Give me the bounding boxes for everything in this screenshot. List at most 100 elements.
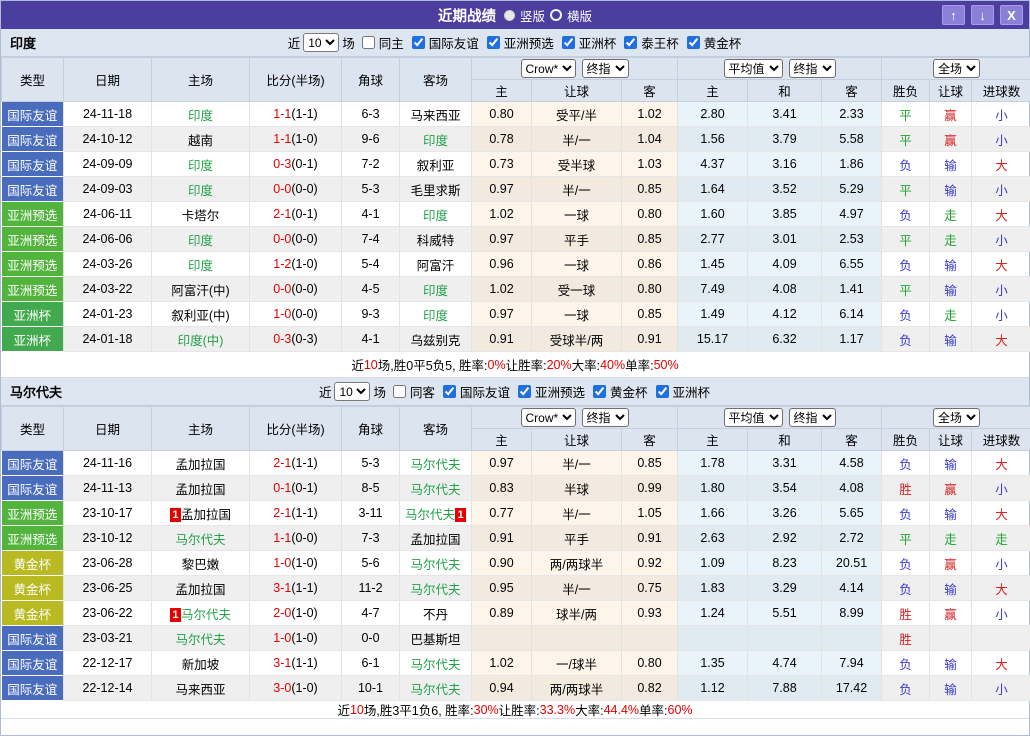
- close-button[interactable]: X: [1000, 5, 1023, 25]
- away-team: 印度: [400, 202, 472, 227]
- handicap-line: 一球: [532, 202, 622, 227]
- column-header-客场: 客场: [400, 407, 472, 451]
- odds-select-平均值[interactable]: 平均值: [724, 59, 783, 78]
- home-team: 新加坡: [152, 651, 250, 676]
- odds-select-全场[interactable]: 全场: [933, 59, 980, 78]
- handicap-odds-home: [472, 626, 532, 651]
- league-checkbox-泰王杯[interactable]: [624, 36, 637, 49]
- result-wdl: 负: [882, 202, 930, 227]
- league-checkbox-亚洲杯[interactable]: [562, 36, 575, 49]
- move-up-button[interactable]: ↑: [942, 5, 965, 25]
- summary-part: 20%: [547, 358, 572, 372]
- full-time-score: 1-0: [273, 307, 291, 321]
- odds-select-全场[interactable]: 全场: [933, 408, 980, 427]
- league-checkbox-label[interactable]: 国际友谊: [429, 33, 479, 52]
- red-card-icon: 1: [455, 508, 466, 522]
- match-date: 23-06-28: [64, 551, 152, 576]
- away-team: 乌兹别克: [400, 327, 472, 352]
- league-checkbox-亚洲杯[interactable]: [656, 385, 669, 398]
- games-count-select[interactable]: 10: [303, 33, 339, 52]
- games-label: 场: [373, 382, 386, 401]
- league-checkbox-国际友谊[interactable]: [412, 36, 425, 49]
- half-time-score: (0-3): [291, 332, 317, 346]
- league-checkbox-黄金杯[interactable]: [687, 36, 700, 49]
- odds-select-平均值[interactable]: 平均值: [724, 408, 783, 427]
- odds-select-终指[interactable]: 终指: [789, 59, 836, 78]
- summary-part: 场,胜0平5负5, 胜率:: [378, 355, 488, 374]
- league-type-badge: 国际友谊: [2, 102, 64, 126]
- handicap-odds-away: 0.80: [622, 651, 678, 676]
- handicap-odds-away: 0.85: [622, 302, 678, 327]
- league-checkbox-亚洲预选[interactable]: [518, 385, 531, 398]
- away-team-name: 乌兹别克: [410, 334, 460, 348]
- odds-select-终指[interactable]: 终指: [582, 59, 629, 78]
- league-type-cell: 国际友谊: [2, 676, 64, 701]
- half-time-score: (1-0): [291, 257, 317, 271]
- same-venue-checkbox[interactable]: [362, 36, 375, 49]
- away-team: 马尔代夫: [400, 576, 472, 601]
- full-time-score: 3-1: [273, 581, 291, 595]
- away-team-name: 不丹: [423, 608, 448, 622]
- games-count-select[interactable]: 10: [334, 382, 370, 401]
- league-checkbox-label[interactable]: 黄金杯: [610, 382, 648, 401]
- corner-score: 4-7: [342, 601, 400, 626]
- league-checkbox-label[interactable]: 国际友谊: [460, 382, 510, 401]
- avg-odds-draw: 3.29: [748, 576, 822, 601]
- avg-odds-home: 2.63: [678, 526, 748, 551]
- league-type-cell: 亚洲杯: [2, 327, 64, 352]
- half-time-score: (1-1): [291, 456, 317, 470]
- result-wdl: 负: [882, 451, 930, 476]
- home-team: 印度: [152, 102, 250, 127]
- match-date: 24-01-23: [64, 302, 152, 327]
- away-team-name: 马尔代夫: [410, 483, 460, 497]
- league-type-badge: 黄金杯: [2, 576, 64, 600]
- summary-part: 33.3%: [540, 703, 575, 717]
- sub-column-header: 胜负: [882, 80, 930, 102]
- result-goals: 小: [972, 227, 1030, 252]
- odds-select-终指[interactable]: 终指: [789, 408, 836, 427]
- away-team-name: 马尔代夫: [410, 658, 460, 672]
- league-type-badge: 国际友谊: [2, 451, 64, 475]
- league-checkbox-label[interactable]: 黄金杯: [704, 33, 742, 52]
- half-time-score: (1-0): [291, 556, 317, 570]
- same-venue-label[interactable]: 同客: [410, 382, 435, 401]
- odds-select-Crow*[interactable]: Crow*: [521, 59, 576, 78]
- half-time-score: (0-1): [291, 207, 317, 221]
- vertical-layout-label[interactable]: 竖版: [520, 6, 545, 25]
- league-checkbox-黄金杯[interactable]: [593, 385, 606, 398]
- avg-odds-home: 1.49: [678, 302, 748, 327]
- match-date: 24-11-18: [64, 102, 152, 127]
- horizontal-layout-radio[interactable]: [550, 9, 562, 21]
- league-checkbox-国际友谊[interactable]: [443, 385, 456, 398]
- same-venue-label[interactable]: 同主: [379, 33, 404, 52]
- league-checkbox-label[interactable]: 亚洲预选: [535, 382, 585, 401]
- league-checkbox-亚洲预选[interactable]: [487, 36, 500, 49]
- league-checkbox-label[interactable]: 亚洲杯: [673, 382, 711, 401]
- sub-column-header: 客: [822, 80, 882, 102]
- full-time-score: 1-0: [273, 556, 291, 570]
- games-label: 场: [342, 33, 355, 52]
- horizontal-layout-label[interactable]: 横版: [567, 6, 592, 25]
- handicap-odds-away: 0.82: [622, 676, 678, 701]
- league-checkbox-label[interactable]: 泰王杯: [641, 33, 679, 52]
- odds-select-终指[interactable]: 终指: [582, 408, 629, 427]
- match-row: 亚洲预选23-10-171孟加拉国2-1(1-1)3-11马尔代夫10.77半/…: [2, 501, 1030, 526]
- sub-column-header: 让球: [930, 80, 972, 102]
- column-header-主场: 主场: [152, 58, 250, 102]
- score: 3-1(1-1): [250, 576, 342, 601]
- away-team-name: 巴基斯坦: [410, 633, 460, 647]
- league-checkbox-label[interactable]: 亚洲杯: [579, 33, 617, 52]
- result-goals: 小: [972, 102, 1030, 127]
- vertical-layout-radio[interactable]: [504, 10, 515, 21]
- match-row: 国际友谊24-11-18印度1-1(1-1)6-3马来西亚0.80受平/半1.0…: [2, 102, 1030, 127]
- league-checkbox-label[interactable]: 亚洲预选: [504, 33, 554, 52]
- result-goals: 大: [972, 202, 1030, 227]
- odds-select-Crow*[interactable]: Crow*: [521, 408, 576, 427]
- corner-score: 4-1: [342, 202, 400, 227]
- result-goals: 小: [972, 302, 1030, 327]
- league-type-cell: 国际友谊: [2, 626, 64, 651]
- result-handicap: 输: [930, 152, 972, 177]
- avg-odds-draw: 3.26: [748, 501, 822, 526]
- same-venue-checkbox[interactable]: [393, 385, 406, 398]
- move-down-button[interactable]: ↓: [971, 5, 994, 25]
